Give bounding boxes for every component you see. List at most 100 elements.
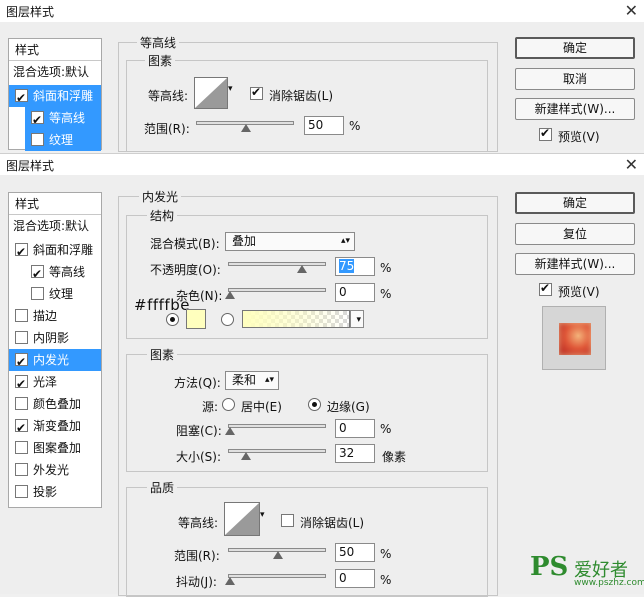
front-close-icon[interactable]: ✕ (625, 154, 638, 176)
front-stroke-checkbox[interactable] (15, 309, 28, 322)
back-elements-group: 图素 (126, 52, 488, 152)
back-range-input[interactable]: 50 (304, 116, 344, 135)
solid-color-radio[interactable] (166, 313, 179, 326)
back-texture-label: 纹理 (49, 133, 74, 147)
glow-color-hex-annotation: #ffffbe (134, 296, 190, 314)
style-preview-box (542, 306, 606, 370)
back-contour-item[interactable]: 等高线 (25, 107, 101, 131)
front-style-list: 样式 混合选项:默认 斜面和浮雕 等高线 纹理 描边 内阴影 内发光 光泽 (8, 192, 102, 508)
back-preview-label: 预览(V) (558, 130, 600, 144)
size-input[interactable]: 32 (335, 444, 375, 463)
front-texture-checkbox[interactable] (31, 287, 44, 300)
back-contour-preview[interactable] (194, 77, 228, 109)
quality-range-input[interactable]: 50 (335, 543, 375, 562)
front-outer-glow-checkbox[interactable] (15, 463, 28, 476)
back-texture-checkbox[interactable] (31, 133, 44, 146)
quality-antialias-checkbox[interactable] (281, 514, 294, 527)
back-contour-curve-icon (195, 78, 227, 108)
noise-input[interactable]: 0 (335, 283, 375, 302)
blend-mode-label: 混合模式(B): (150, 237, 220, 251)
method-select[interactable]: 柔和 ▴▾ (225, 371, 279, 390)
glow-gradient-swatch[interactable] (242, 310, 350, 328)
front-style-item-stroke[interactable]: 描边 (9, 305, 101, 327)
front-style-item-gradient-overlay[interactable]: 渐变叠加 (9, 415, 101, 439)
front-blend-options-item[interactable]: 混合选项:默认 (9, 215, 101, 237)
front-color-overlay-checkbox[interactable] (15, 397, 28, 410)
size-slider[interactable] (228, 449, 326, 460)
back-section-title: 等高线 (137, 34, 180, 51)
front-contour-checkbox[interactable] (31, 263, 44, 285)
front-satin-checkbox[interactable] (15, 373, 28, 395)
front-style-item-inner-shadow[interactable]: 内阴影 (9, 327, 101, 349)
jitter-slider[interactable] (225, 574, 326, 585)
front-style-item-outer-glow[interactable]: 外发光 (9, 459, 101, 481)
front-bevel-checkbox[interactable] (15, 241, 28, 263)
noise-slider[interactable] (225, 288, 326, 299)
blend-mode-select[interactable]: 叠加 ▴▾ (225, 232, 355, 251)
front-dialog-title: 图层样式 (6, 159, 55, 173)
quality-range-thumb[interactable] (273, 551, 283, 559)
back-contour-dropdown-icon[interactable]: ▾ (228, 84, 233, 94)
front-inner-glow-checkbox[interactable] (15, 351, 28, 373)
front-style-item-contour[interactable]: 等高线 (25, 261, 101, 285)
back-dialog-title: 图层样式 (6, 5, 55, 19)
back-antialias-checkbox[interactable] (250, 85, 263, 100)
front-style-item-texture[interactable]: 纹理 (25, 283, 101, 305)
glow-color-swatch[interactable] (186, 309, 206, 329)
back-range-slider[interactable] (196, 121, 294, 132)
front-style-item-color-overlay[interactable]: 颜色叠加 (9, 393, 101, 415)
back-ok-button[interactable]: 确定 (515, 37, 635, 59)
structure-group-title: 结构 (147, 207, 178, 224)
front-texture-label: 纹理 (49, 287, 74, 301)
back-titlebar: 图层样式 ✕ (0, 0, 644, 22)
front-style-item-satin[interactable]: 光泽 (9, 371, 101, 395)
back-range-thumb[interactable] (241, 124, 251, 132)
front-style-item-bevel[interactable]: 斜面和浮雕 (9, 239, 101, 263)
jitter-label: 抖动(J): (176, 575, 217, 589)
opacity-slider[interactable] (228, 262, 326, 273)
quality-contour-dropdown-icon[interactable]: ▾ (260, 510, 265, 520)
back-style-list-header: 样式 (9, 39, 101, 61)
choke-thumb[interactable] (225, 427, 235, 435)
back-texture-item[interactable]: 纹理 (25, 129, 101, 151)
front-style-item-inner-glow[interactable]: 内发光 (9, 349, 101, 373)
opacity-thumb[interactable] (297, 265, 307, 273)
size-thumb[interactable] (241, 452, 251, 460)
noise-thumb[interactable] (225, 291, 235, 299)
front-new-style-button[interactable]: 新建样式(W)... (515, 253, 635, 275)
front-preview-checkbox[interactable] (539, 281, 552, 296)
quality-range-percent: % (380, 547, 392, 561)
gradient-dropdown-icon: ▾ (356, 315, 361, 325)
quality-range-slider[interactable] (228, 548, 326, 559)
opacity-label: 不透明度(O): (150, 263, 221, 277)
front-preview-label: 预览(V) (558, 285, 600, 299)
back-bevel-checkbox[interactable] (15, 87, 28, 109)
gradient-picker-button[interactable]: ▾ (350, 310, 364, 328)
jitter-input[interactable]: 0 (335, 569, 375, 588)
front-inner-shadow-checkbox[interactable] (15, 331, 28, 344)
front-drop-shadow-checkbox[interactable] (15, 485, 28, 498)
front-reset-button[interactable]: 复位 (515, 223, 635, 245)
quality-contour-preview[interactable] (224, 502, 260, 536)
gradient-radio[interactable] (221, 313, 234, 326)
back-cancel-button[interactable]: 取消 (515, 68, 635, 90)
source-center-radio[interactable] (222, 398, 235, 411)
choke-slider[interactable] (225, 424, 326, 435)
front-style-item-pattern-overlay[interactable]: 图案叠加 (9, 437, 101, 459)
back-close-icon[interactable]: ✕ (625, 0, 638, 22)
back-preview-checkbox[interactable] (539, 126, 552, 141)
back-blend-options-item[interactable]: 混合选项:默认 (9, 61, 101, 83)
back-new-style-button[interactable]: 新建样式(W)... (515, 98, 635, 120)
back-range-percent: % (349, 119, 361, 133)
source-edge-radio[interactable] (308, 398, 321, 411)
front-pattern-overlay-checkbox[interactable] (15, 441, 28, 454)
opacity-input[interactable]: 75 (335, 257, 375, 276)
jitter-thumb[interactable] (225, 577, 235, 585)
front-gradient-overlay-checkbox[interactable] (15, 417, 28, 439)
choke-input[interactable]: 0 (335, 419, 375, 438)
back-bevel-item[interactable]: 斜面和浮雕 (9, 85, 101, 109)
back-contour-checkbox[interactable] (31, 109, 44, 131)
back-bevel-label: 斜面和浮雕 (33, 89, 94, 103)
front-style-item-drop-shadow[interactable]: 投影 (9, 481, 101, 503)
front-ok-button[interactable]: 确定 (515, 192, 635, 214)
